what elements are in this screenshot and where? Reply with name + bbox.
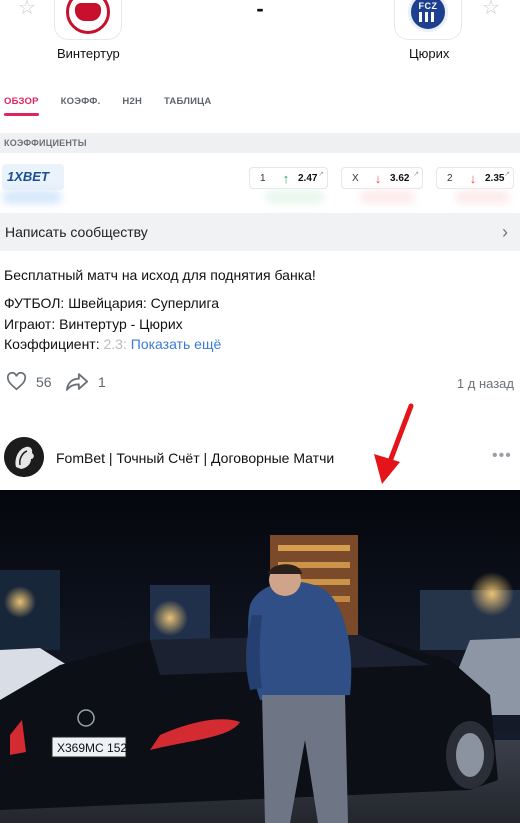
odd-away-button[interactable]: 2 ↓ 2.35 ↗ [436,167,514,189]
tab-h2h[interactable]: H2H [122,88,142,118]
odds-fade [455,190,510,204]
tab-overview[interactable]: ОБЗОР [4,88,39,118]
match-header: ☆ Винтертур - FCZ Цюрих ☆ [0,0,520,72]
odds-row: 1XBET 1 ↑ 2.47 ↗ X ↓ 3.62 ↗ 2 ↓ 2.35 ↗ [0,156,520,206]
odd-home-button[interactable]: 1 ↑ 2.47 ↗ [249,167,328,189]
write-to-community-label: Написать сообществу [5,224,148,240]
away-team-logo[interactable]: FCZ [394,0,462,40]
license-plate: Х369МС 152 [57,741,127,755]
bookmaker-logo[interactable]: 1XBET [2,164,64,190]
like-count: 56 [36,373,52,390]
match-tabs: ОБЗОР КОЭФФ. H2H ТАБЛИЦА [0,88,520,118]
favorite-star-icon-home[interactable]: ☆ [18,0,36,18]
page: ☆ Винтертур - FCZ Цюрих ☆ ОБЗОР КОЭФФ. H… [0,0,520,823]
external-link-icon: ↗ [504,171,510,178]
like-button[interactable]: 56 [6,372,52,391]
tab-table[interactable]: ТАБЛИЦА [164,88,211,118]
post-actions: 56 1 1 д назад [0,372,520,396]
odd-home-value: 2.47 [298,172,318,184]
odd-draw-key: X [352,172,359,184]
share-button[interactable]: 1 [65,372,106,391]
post-line-2: ФУТБОЛ: Швейцария: Суперлига [4,295,220,311]
external-link-icon: ↗ [318,171,324,178]
odds-fade [360,190,415,204]
odd-home-key: 1 [260,172,266,184]
match-score: - [256,0,264,21]
post-author-name[interactable]: FomBet | Точный Счёт | Договорные Матчи [56,450,334,466]
post-photo[interactable]: Х369МС 152 [0,490,520,823]
home-team-logo[interactable] [54,0,122,40]
heart-icon [6,372,27,391]
chevron-right-icon: › [502,222,508,242]
post-line-3: Играют: Винтертур - Цюрих [4,316,183,332]
odds-section-title: КОЭФФИЦИЕНТЫ [0,133,520,153]
arrow-up-icon: ↑ [282,170,290,186]
odd-away-value: 2.35 [485,172,505,184]
fcz-crest-icon: FCZ [408,0,448,32]
home-team-name[interactable]: Винтертур [57,46,120,61]
odd-draw-button[interactable]: X ↓ 3.62 ↗ [341,167,423,189]
more-options-icon[interactable]: ••• [492,447,512,465]
share-icon [65,373,89,391]
post-line-4: Коэффициент: 2.3: Показать ещё [4,336,222,352]
show-more-link[interactable]: Показать ещё [131,336,222,352]
arrow-down-icon: ↓ [374,170,382,186]
tab-odds[interactable]: КОЭФФ. [61,88,101,118]
odds-fade [265,190,325,204]
odd-draw-value: 3.62 [390,172,410,184]
winterthur-crest-icon [66,0,110,34]
author-avatar[interactable] [4,437,44,477]
share-count: 1 [98,373,106,390]
post-coef-faded: 2.3 [103,336,123,352]
red-arrow-annotation-icon [374,403,414,484]
post-coef-label: Коэффициент: [4,336,104,352]
away-team-name[interactable]: Цюрих [409,46,449,61]
write-to-community-button[interactable]: Написать сообществу › [0,213,520,251]
favorite-star-icon-away[interactable]: ☆ [482,0,500,18]
post-time-ago: 1 д назад [456,376,514,391]
arrow-down-icon: ↓ [469,170,477,186]
odd-away-key: 2 [447,172,453,184]
post-line-1: Бесплатный матч на исход для поднятия ба… [4,267,316,283]
external-link-icon: ↗ [413,171,419,178]
bookmaker-banner-fade [2,190,62,204]
